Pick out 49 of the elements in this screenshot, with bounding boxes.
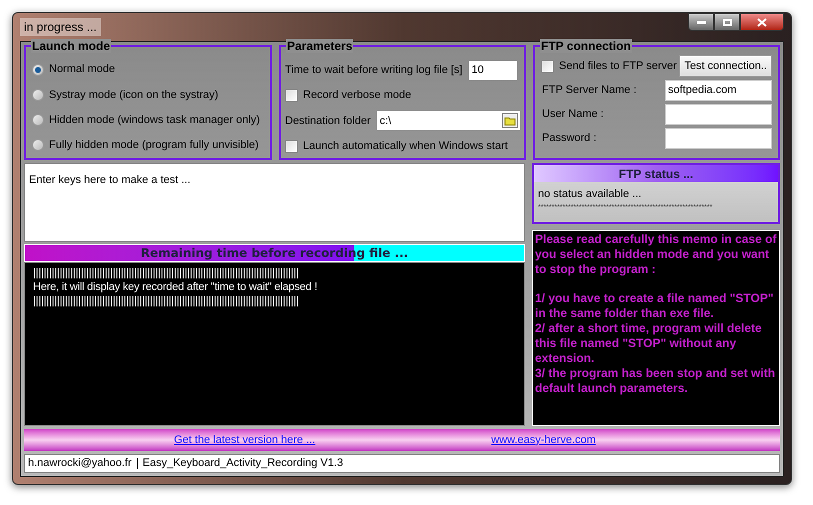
minimize-button[interactable] <box>688 13 714 31</box>
radio-button[interactable] <box>32 88 44 101</box>
ftp-status-text: no status available ... <box>537 187 642 202</box>
folder-icon[interactable] <box>502 113 518 128</box>
input-field[interactable] <box>665 104 772 125</box>
window-title: in progress ... <box>20 18 101 36</box>
log-line: Here, it will display key recorded after ''time to wait'' elapsed ! <box>33 280 318 294</box>
close-icon <box>757 18 767 26</box>
app-version-text: Easy_Keyboard_Activity_Recording V1.3 <box>142 456 344 472</box>
ftp-status-header: FTP status ... <box>534 165 778 182</box>
checkbox[interactable] <box>285 89 298 102</box>
radio-label: Systray mode (icon on the systray) <box>49 88 218 103</box>
checkbox-label: Record verbose mode <box>303 88 412 104</box>
radio-label: Hidden mode (windows task manager only) <box>49 112 260 128</box>
test-connection-button[interactable]: Test connection.. <box>679 55 772 77</box>
wait-time-field[interactable]: 10 <box>468 60 516 80</box>
test-input-text: Enter keys here to make a test ... <box>29 174 190 186</box>
field-label: Password : <box>542 131 596 146</box>
field-label: User Name : <box>542 107 604 122</box>
log-line: |||||||||||||||||||||||||||||||||||||||||||||||||||||||||||||||||||||||||||||||||||||||||||||||||||| <box>33 266 300 280</box>
close-button[interactable] <box>740 13 784 31</box>
maximize-button[interactable] <box>714 13 740 31</box>
separator <box>136 458 138 469</box>
field-label: FTP Server Name : <box>542 83 637 98</box>
radio-button[interactable] <box>32 139 44 152</box>
radio-button[interactable] <box>32 64 44 76</box>
link[interactable]: www.easy-herve.com <box>491 432 596 448</box>
checkbox[interactable] <box>541 60 554 72</box>
input-field[interactable]: softpedia.com <box>665 80 772 101</box>
field-label: Time to wait before writing log file [s] <box>285 63 462 78</box>
checkbox[interactable] <box>285 140 298 152</box>
link[interactable]: Get the latest version here ... <box>174 432 316 448</box>
memo-text: 1/ you have to create a file named "STOP" in the same folder than exe file. 2/ after a short time, program will delete this file named "STOP" without any extension. 3/ the program has been stop and set with default launch parameters. <box>535 291 776 396</box>
field-label: Destination folder <box>285 114 371 128</box>
email-text: h.nawrocki@yahoo.fr <box>28 456 132 472</box>
checkbox-label: Send files to FTP server <box>559 58 677 74</box>
memo-text: Please read carefully this memo in case of you select an hidden mode and you want to stop the program : <box>535 232 777 277</box>
test-input-area[interactable]: Enter keys here to make a test ... <box>24 163 525 242</box>
folder-value: c:\ <box>380 114 392 128</box>
log-line: |||||||||||||||||||||||||||||||||||||||||||||||||||||||||||||||||||||||||||||||||||||||||||||||||||| <box>33 294 300 308</box>
radio-button[interactable] <box>32 114 44 126</box>
checkbox-label: Launch automatically when Windows start <box>303 138 508 154</box>
group-title: Parameters <box>286 39 354 53</box>
folder-field[interactable]: c:\ <box>376 111 520 130</box>
group-title: Launch mode <box>31 39 112 53</box>
radio-label: Fully hidden mode (program fully unvisible) <box>49 138 259 154</box>
radio-label: Normal mode <box>49 62 116 78</box>
group-title: FTP connection <box>540 39 632 53</box>
input-field[interactable] <box>665 128 772 149</box>
